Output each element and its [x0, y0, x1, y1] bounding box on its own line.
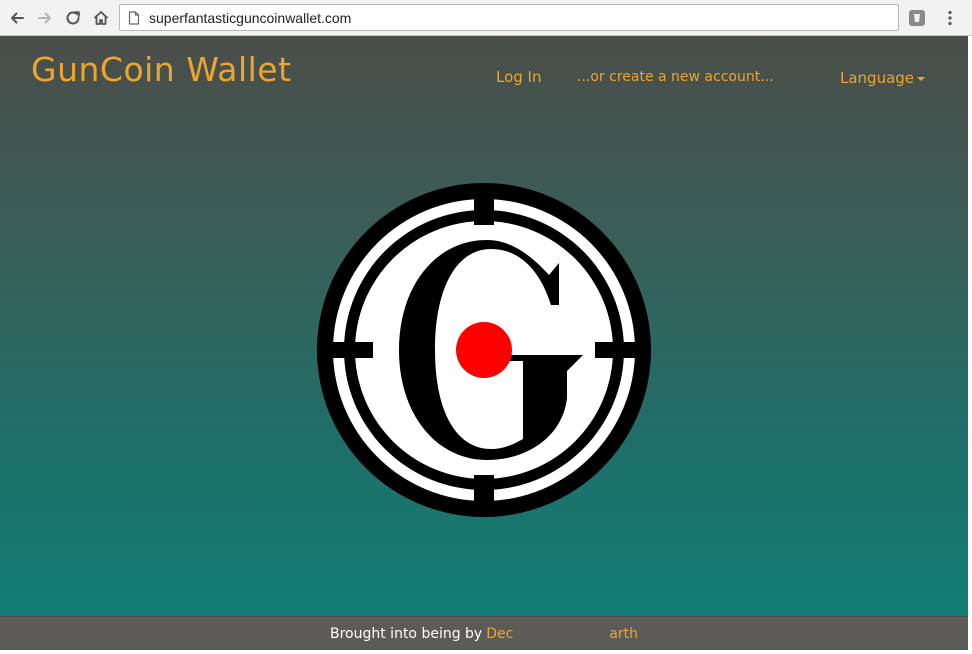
arrow-left-icon — [11, 12, 24, 24]
browser-menu-button[interactable] — [938, 6, 962, 30]
back-button[interactable] — [5, 6, 29, 30]
forward-button[interactable] — [33, 6, 57, 30]
home-button[interactable] — [89, 6, 113, 30]
url-text: superfantasticguncoinwallet.com — [149, 9, 352, 26]
browser-toolbar: superfantasticguncoinwallet.com — [0, 0, 972, 36]
nav-login-link[interactable]: Log In — [496, 68, 542, 88]
nav-language-dropdown[interactable]: Language — [840, 68, 926, 88]
crosshair-g-logo — [317, 183, 651, 517]
extension-icon — [909, 10, 925, 26]
kebab-menu-icon — [948, 10, 952, 26]
page-body: GunCoin Wallet Log In ...or create a new… — [0, 36, 968, 616]
reload-button[interactable] — [61, 6, 85, 30]
bottom-edge — [0, 650, 968, 654]
extension-button[interactable] — [906, 7, 928, 29]
address-bar[interactable]: superfantasticguncoinwallet.com — [119, 4, 899, 31]
arrow-right-icon — [38, 12, 51, 24]
nav-create-account-link[interactable]: ...or create a new account... — [577, 69, 774, 89]
author-start: Dec — [486, 625, 514, 642]
language-label: Language — [840, 69, 915, 87]
target-dot-icon — [456, 322, 512, 378]
caret-down-icon — [917, 77, 926, 81]
scrollbar-gutter — [968, 36, 972, 654]
brand-title[interactable]: GunCoin Wallet — [31, 50, 292, 89]
author-end: arth — [609, 625, 639, 642]
reload-icon — [66, 11, 80, 25]
footer-author-link[interactable]: Dec arth — [486, 626, 638, 642]
home-icon — [93, 11, 109, 25]
page-icon — [128, 10, 140, 25]
footer: Brought into being by Dec arth — [0, 616, 968, 650]
footer-prefix: Brought into being by — [329, 625, 483, 642]
